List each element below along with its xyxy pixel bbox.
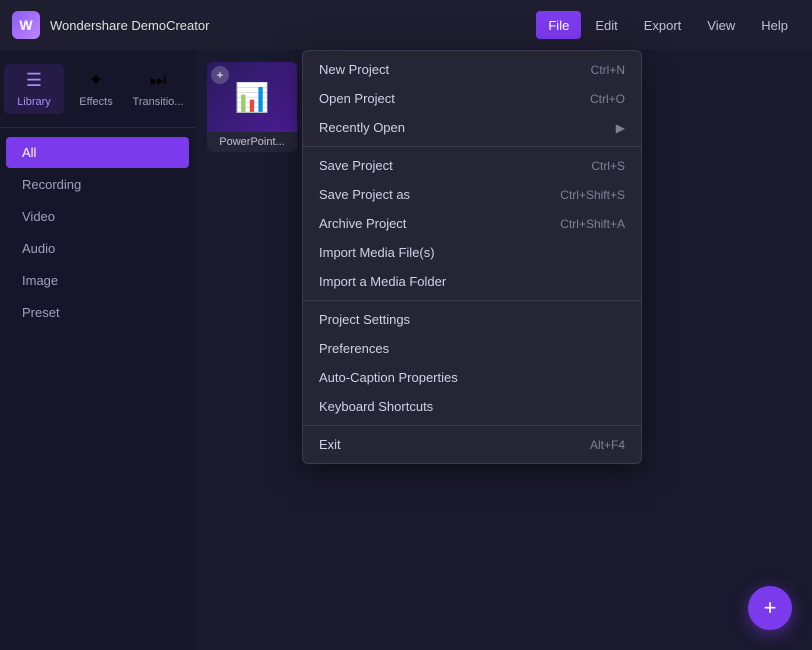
menu-section-2: Save Project Ctrl+S Save Project as Ctrl…	[303, 146, 641, 300]
menu-exit[interactable]: Exit Alt+F4	[303, 430, 641, 459]
menu-keyboard-shortcuts[interactable]: Keyboard Shortcuts	[303, 392, 641, 421]
menu-import-folder[interactable]: Import a Media Folder	[303, 267, 641, 296]
dropdown-overlay: New Project Ctrl+N Open Project Ctrl+O R…	[0, 0, 812, 650]
menu-preferences[interactable]: Preferences	[303, 334, 641, 363]
menu-recently-open[interactable]: Recently Open ▶	[303, 113, 641, 142]
dropdown-menu: New Project Ctrl+N Open Project Ctrl+O R…	[302, 50, 642, 464]
menu-auto-caption[interactable]: Auto-Caption Properties	[303, 363, 641, 392]
menu-project-settings[interactable]: Project Settings	[303, 305, 641, 334]
menu-section-1: New Project Ctrl+N Open Project Ctrl+O R…	[303, 51, 641, 146]
menu-import-media[interactable]: Import Media File(s)	[303, 238, 641, 267]
menu-section-3: Project Settings Preferences Auto-Captio…	[303, 300, 641, 425]
recently-open-arrow: ▶	[616, 121, 625, 135]
menu-section-4: Exit Alt+F4	[303, 425, 641, 463]
menu-save-project[interactable]: Save Project Ctrl+S	[303, 151, 641, 180]
menu-save-project-as[interactable]: Save Project as Ctrl+Shift+S	[303, 180, 641, 209]
menu-archive-project[interactable]: Archive Project Ctrl+Shift+A	[303, 209, 641, 238]
menu-open-project[interactable]: Open Project Ctrl+O	[303, 84, 641, 113]
menu-new-project[interactable]: New Project Ctrl+N	[303, 55, 641, 84]
